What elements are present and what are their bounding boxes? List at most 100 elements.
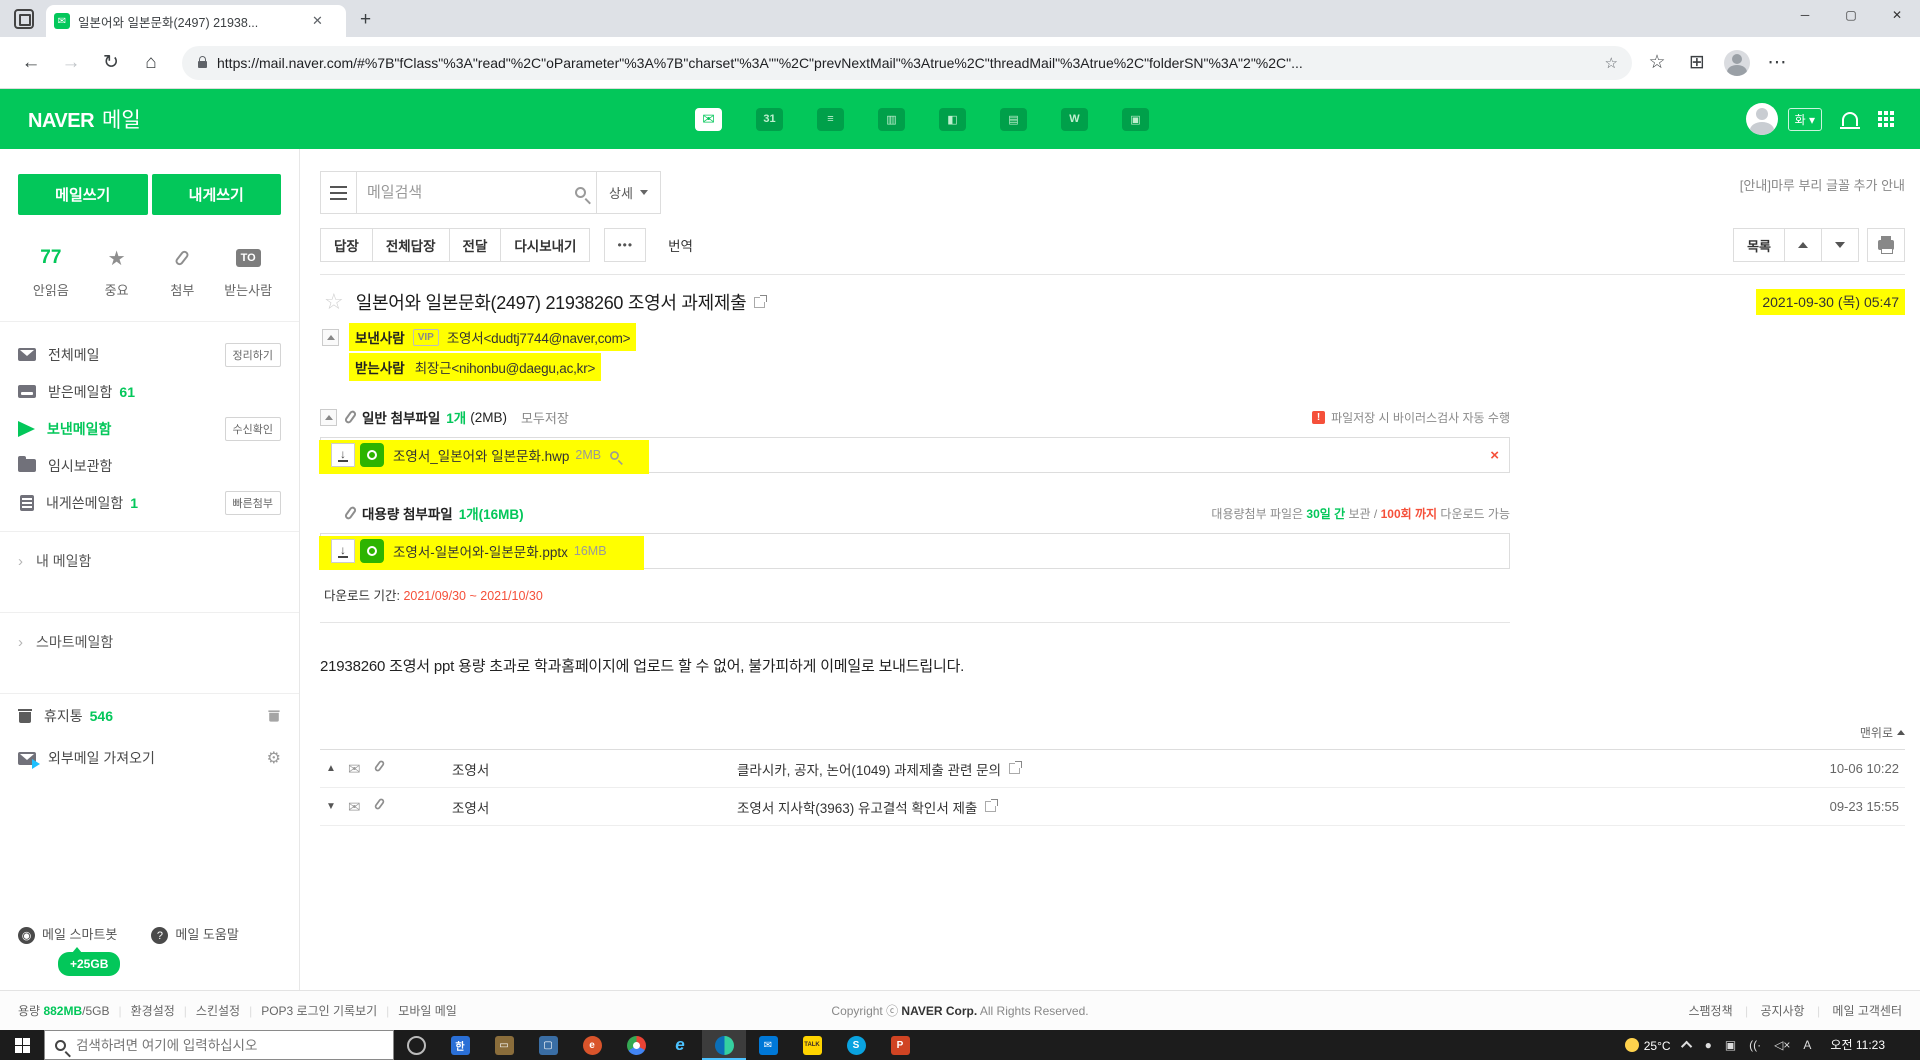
star-toggle-icon[interactable]: ☆ [324, 289, 344, 315]
gear-icon[interactable]: ⚙ [267, 748, 281, 768]
apps-grid-icon[interactable] [1878, 111, 1894, 127]
browser-tab[interactable]: ✉ 일본어와 일본문화(2497) 21938... ✕ [46, 5, 346, 37]
read-receipt-button[interactable]: 수신확인 [225, 417, 281, 441]
naver-mail-logo[interactable]: NAVER 메일 [28, 104, 141, 134]
profile-badge[interactable]: 화 ▾ [1788, 108, 1822, 131]
box-app-icon[interactable]: ◧ [939, 108, 966, 131]
calendar-app-icon[interactable]: 31 [756, 108, 783, 131]
to-address[interactable]: 최장근<nihonbu@daegu,ac,kr> [415, 357, 596, 377]
mobile-mail-link[interactable]: 모바일 메일 [398, 1002, 457, 1019]
window-close-button[interactable]: ✕ [1874, 0, 1920, 30]
skype-icon[interactable]: S [834, 1030, 878, 1060]
app-window-icon[interactable]: ▢ [526, 1030, 570, 1060]
sidebar-item-external-mail[interactable]: 외부메일 가져오기 ⚙ [18, 738, 281, 778]
tab-actions-icon[interactable] [14, 9, 34, 29]
notes-app-icon[interactable]: ≡ [817, 108, 844, 131]
download-icon[interactable]: ↓ [331, 443, 355, 467]
hidden-icons-chevron[interactable] [1680, 1041, 1691, 1052]
edge-icon[interactable] [702, 1030, 746, 1060]
cortana-icon[interactable] [394, 1030, 438, 1060]
notice-board-link[interactable]: 공지사항 [1760, 1004, 1804, 1018]
forward-icon[interactable]: → [54, 46, 88, 80]
reply-all-button[interactable]: 전체답장 [373, 228, 450, 262]
mail-search-box[interactable] [357, 171, 597, 214]
menu-hamburger-button[interactable] [320, 171, 357, 214]
chrome-icon[interactable] [614, 1030, 658, 1060]
briefcase-icon[interactable]: ▭ [482, 1030, 526, 1060]
attachment-counter[interactable]: 첨부 [150, 245, 216, 299]
taskbar-clock[interactable]: 오전 11:23 [1824, 1039, 1891, 1051]
attachment-file-row[interactable]: ↓ 조영서_일본어와 일본문화.hwp 2MB × [320, 437, 1510, 473]
volume-muted-icon[interactable]: ◁× [1774, 1038, 1790, 1052]
search-icon[interactable] [575, 187, 586, 198]
attachment-file-row[interactable]: ↓ 조영서-일본어와-일본문화.pptx 16MB [320, 533, 1510, 569]
window-maximize-button[interactable]: ▢ [1828, 0, 1874, 30]
notification-bell-icon[interactable] [1842, 112, 1858, 126]
network-icon[interactable]: ((· [1749, 1038, 1761, 1052]
mail-app-icon[interactable]: ✉ [695, 108, 722, 131]
quick-attach-button[interactable]: 빠른첨부 [225, 491, 281, 515]
new-tab-button[interactable]: + [360, 9, 371, 31]
collapse-icon[interactable]: ▼ [326, 801, 348, 812]
skin-settings-link[interactable]: 스킨설정 [196, 1002, 240, 1019]
pop3-log-link[interactable]: POP3 로그인 기록보기 [261, 1002, 377, 1019]
thread-row[interactable]: ▼ ✉ 조영서 조영서 지사학(3963) 유고결석 확인서 제출 09-23 … [320, 788, 1905, 826]
search-detail-button[interactable]: 상세 [597, 171, 661, 214]
hangul-app-icon[interactable]: 한 [438, 1030, 482, 1060]
video-app-icon[interactable]: ▣ [1122, 108, 1149, 131]
notice-link[interactable]: [안내]마루 부리 글꼴 추가 안내 [1740, 171, 1905, 194]
sidebar-item-sent[interactable]: 보낸메일함 수신확인 [18, 410, 281, 447]
to-top-link[interactable]: 맨위로 [320, 724, 1905, 741]
blog-app-icon[interactable]: ▤ [1000, 108, 1027, 131]
save-all-link[interactable]: 모두저장 [521, 408, 569, 427]
ime-indicator[interactable]: A [1803, 1038, 1811, 1052]
tray-app-icon[interactable]: ● [1705, 1038, 1712, 1052]
powerpoint-icon[interactable]: P [878, 1030, 922, 1060]
home-icon[interactable]: ⌂ [134, 46, 168, 80]
spam-policy-link[interactable]: 스팸정책 [1688, 1004, 1732, 1018]
browser-profile-avatar[interactable] [1720, 46, 1754, 80]
resend-button[interactable]: 다시보내기 [501, 228, 590, 262]
window-minimize-button[interactable]: ─ [1782, 0, 1828, 30]
expand-icon[interactable]: ▲ [326, 763, 348, 774]
collections-icon[interactable]: ⊞ [1680, 46, 1714, 80]
favorites-bar-icon[interactable]: ☆ [1640, 46, 1674, 80]
forward-button[interactable]: 전달 [450, 228, 502, 262]
from-address[interactable]: 조영서<dudtj7744@naver,com> [447, 327, 631, 347]
mail-help-link[interactable]: ?메일 도움말 [151, 924, 238, 945]
thread-title[interactable]: 클라시카, 공자, 논어(1049) 과제제출 관련 문의 [737, 759, 1020, 779]
download-icon[interactable]: ↓ [331, 539, 355, 563]
sidebar-item-drafts[interactable]: 임시보관함 [18, 447, 281, 484]
collapse-attachments-button[interactable] [320, 409, 337, 426]
preview-icon[interactable] [610, 451, 619, 460]
profile-avatar[interactable] [1746, 103, 1778, 135]
open-new-window-icon[interactable] [754, 297, 765, 308]
print-button[interactable] [1867, 228, 1905, 262]
mail-client-icon[interactable]: ✉ [746, 1030, 790, 1060]
browser-beta-icon[interactable]: e [570, 1030, 614, 1060]
reply-button[interactable]: 답장 [320, 228, 373, 262]
mail-search-input[interactable] [367, 184, 575, 201]
important-counter[interactable]: ★ 중요 [84, 245, 150, 299]
internet-explorer-icon[interactable]: e [658, 1030, 702, 1060]
more-actions-button[interactable]: ••• [604, 228, 646, 262]
sidebar-item-smart-mailbox[interactable]: › 스마트메일함 [18, 613, 281, 671]
taskbar-search-box[interactable] [44, 1030, 394, 1060]
prev-mail-button[interactable] [1785, 228, 1822, 262]
thread-row[interactable]: ▲ ✉ 조영서 클라시카, 공자, 논어(1049) 과제제출 관련 문의 10… [320, 750, 1905, 788]
settings-link[interactable]: 환경설정 [131, 1002, 175, 1019]
translate-button[interactable]: 번역 [668, 235, 693, 255]
organize-button[interactable]: 정리하기 [225, 343, 281, 367]
storage-bonus-badge[interactable]: +25GB [58, 952, 120, 976]
address-bar[interactable]: https://mail.naver.com/#%7B"fClass"%3A"r… [182, 46, 1632, 80]
refresh-icon[interactable]: ↻ [94, 46, 128, 80]
office-app-icon[interactable]: W [1061, 108, 1088, 131]
sidebar-item-trash[interactable]: 휴지통 546 [18, 694, 281, 738]
delete-attachment-icon[interactable]: × [1490, 447, 1499, 464]
kakaotalk-icon[interactable]: TALK [790, 1030, 834, 1060]
weather-indicator[interactable]: 25°C [1625, 1038, 1671, 1053]
unread-counter[interactable]: 77 안읽음 [18, 245, 84, 299]
sidebar-item-my-mailbox[interactable]: › 내 메일함 [18, 532, 281, 590]
back-icon[interactable]: ← [14, 46, 48, 80]
taskbar-search-input[interactable] [76, 1038, 383, 1053]
